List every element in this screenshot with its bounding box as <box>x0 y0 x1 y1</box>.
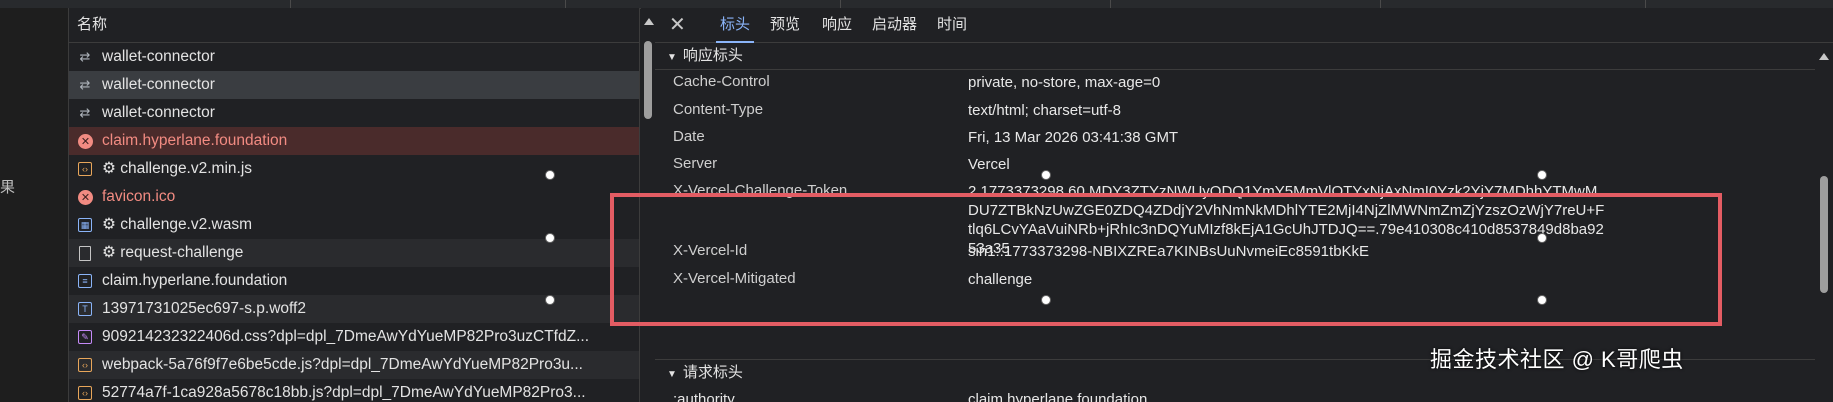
script-icon: ‹› <box>78 386 92 400</box>
request-row[interactable]: ⇄ wallet-connector <box>69 43 639 71</box>
header-name: Date <box>673 128 705 145</box>
request-name: wallet-connector <box>102 48 215 65</box>
request-name: ⚙ challenge.v2.wasm <box>102 216 253 233</box>
websocket-icon: ⇄ <box>79 77 91 92</box>
request-row[interactable]: ✎ 909214232322406d.css?dpl=dpl_7DmeAwYdYu… <box>69 323 639 351</box>
script-icon: ‹› <box>78 162 92 176</box>
resize-handle <box>1537 170 1547 180</box>
request-row[interactable]: ‹› webpack-5a76f9f7e6be5cde.js?dpl=dpl_7D… <box>69 351 639 379</box>
header-value: text/html; charset=utf-8 <box>968 102 1121 119</box>
triangle-down-icon: ▼ <box>667 52 677 63</box>
request-row[interactable]: ‹› ⚙ challenge.v2.min.js <box>69 155 639 183</box>
header-name: Cache-Control <box>673 73 770 90</box>
error-icon: ✕ <box>78 190 93 205</box>
request-row[interactable]: ✕ favicon.ico <box>69 183 639 211</box>
close-icon[interactable]: ✕ <box>669 12 686 37</box>
request-list-scrollbar[interactable] <box>641 8 655 402</box>
header-value: Vercel <box>968 156 1010 173</box>
request-row[interactable]: ✕ claim.hyperlane.foundation <box>69 127 639 155</box>
wasm-icon: ▦ <box>78 218 92 232</box>
header-value: sin1::1773373298-NBIXZREa7KINBsUuNvmeiEc… <box>968 243 1370 260</box>
scroll-up-icon[interactable] <box>644 18 654 25</box>
request-row[interactable]: ‹› 52774a7f-1ca928a5678c18bb.js?dpl=dpl_7… <box>69 379 639 402</box>
watermark-text: 掘金技术社区 @ K哥爬虫 <box>1430 347 1684 372</box>
section-title: 请求标头 <box>682 364 743 381</box>
header-name: X-Vercel-Challenge-Token <box>673 182 848 199</box>
resize-handle <box>1041 295 1051 305</box>
header-value: challenge <box>968 271 1033 288</box>
scrollbar-thumb[interactable] <box>1820 176 1828 293</box>
header-value: private, no-store, max-age=0 <box>968 74 1161 91</box>
request-list: 名称 ⇄ wallet-connector ⇄ wallet-connector ⇄ wa… <box>69 8 640 402</box>
request-name: ⚙ challenge.v2.min.js <box>102 160 253 177</box>
response-headers-section[interactable]: ▼ 响应标头 <box>655 43 1827 69</box>
request-name: ⚙ request-challenge <box>102 244 244 261</box>
request-name: webpack-5a76f9f7e6be5cde.js?dpl=dpl_7Dme… <box>102 356 583 373</box>
header-name: X-Vercel-Id <box>673 242 748 259</box>
tab-response[interactable]: 响应 <box>822 8 852 42</box>
detail-scrollbar[interactable] <box>1815 43 1833 402</box>
tab-headers[interactable]: 标头 <box>715 8 755 43</box>
resize-handle <box>1537 233 1547 243</box>
resize-handle <box>545 295 555 305</box>
websocket-icon: ⇄ <box>79 105 91 120</box>
request-name: 52774a7f-1ca928a5678c18bb.js?dpl=dpl_7Dm… <box>102 384 586 401</box>
request-name: wallet-connector <box>102 76 215 93</box>
request-row[interactable]: ≡ claim.hyperlane.foundation <box>69 267 639 295</box>
header-value: claim.hyperlane.foundation <box>968 391 1148 402</box>
request-name: 13971731025ec697-s.p.woff2 <box>102 300 306 317</box>
scroll-up-icon[interactable] <box>1819 53 1829 60</box>
resize-handle <box>1537 295 1547 305</box>
column-header-label: 名称 <box>77 16 108 33</box>
tab-preview[interactable]: 预览 <box>770 8 800 42</box>
left-drawer-edge: 果 <box>0 8 69 402</box>
request-row[interactable]: ⚙ request-challenge <box>69 239 639 267</box>
triangle-down-icon: ▼ <box>667 369 677 380</box>
header-value: Fri, 13 Mar 2026 03:41:38 GMT <box>968 129 1179 146</box>
scrollbar-thumb[interactable] <box>644 41 652 119</box>
name-column-header[interactable]: 名称 <box>69 8 639 43</box>
request-name: wallet-connector <box>102 104 215 121</box>
doc-lines-icon: ≡ <box>78 274 92 288</box>
tab-timing[interactable]: 时间 <box>937 8 967 42</box>
request-row[interactable]: ⇄ wallet-connector <box>69 71 639 99</box>
sidebar-partial-label: 果 <box>0 179 16 196</box>
request-name: claim.hyperlane.foundation <box>102 132 288 149</box>
document-icon <box>79 246 91 261</box>
resize-handle <box>1041 170 1051 180</box>
detail-tabbar: ✕ 标头 预览 响应 启动器 时间 <box>655 8 1833 43</box>
header-name: :authority <box>673 391 735 402</box>
request-row[interactable]: ⇄ wallet-connector <box>69 99 639 127</box>
websocket-icon: ⇄ <box>79 49 91 64</box>
font-icon: T <box>78 302 92 316</box>
header-name: X-Vercel-Mitigated <box>673 270 796 287</box>
resize-handle <box>545 233 555 243</box>
request-name: 909214232322406d.css?dpl=dpl_7DmeAwYdYue… <box>102 328 590 345</box>
stylesheet-icon: ✎ <box>78 330 92 344</box>
section-title: 响应标头 <box>682 47 743 64</box>
request-name: claim.hyperlane.foundation <box>102 272 288 289</box>
header-name: Content-Type <box>673 101 764 118</box>
header-row: :authority claim.hyperlane.foundation <box>655 391 1815 402</box>
request-name: favicon.ico <box>102 188 176 205</box>
error-icon: ✕ <box>78 134 93 149</box>
header-name: Server <box>673 155 718 172</box>
tab-initiator[interactable]: 启动器 <box>872 8 917 42</box>
resize-handle <box>545 170 555 180</box>
script-icon: ‹› <box>78 358 92 372</box>
